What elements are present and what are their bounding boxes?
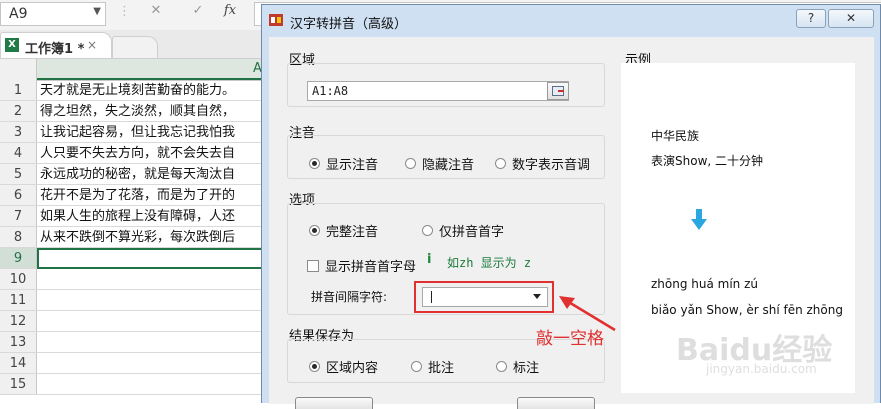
- radio-save-region[interactable]: 区域内容: [309, 357, 378, 376]
- example-source-line: 中华民族: [651, 129, 700, 143]
- close-button[interactable]: ✕: [828, 9, 874, 28]
- select-all-corner[interactable]: [0, 59, 37, 80]
- checkbox-label: 显示拼音首字母: [325, 260, 417, 275]
- radio-dot: [411, 361, 422, 372]
- separator-select[interactable]: [422, 287, 548, 307]
- row-number[interactable]: 9: [0, 248, 37, 268]
- info-icon: i: [427, 252, 432, 267]
- new-tab-button[interactable]: [112, 36, 158, 58]
- tab-label: 工作簿1 *: [25, 42, 85, 57]
- radio-dot: [495, 158, 506, 169]
- row-number[interactable]: 15: [0, 374, 37, 394]
- formula-bar-grip: ⋮: [118, 4, 131, 19]
- range-select-button[interactable]: [547, 82, 569, 100]
- radio-dot: [422, 225, 433, 236]
- arrow-down-icon: [691, 209, 707, 230]
- radio-label: 隐藏注音: [422, 158, 475, 173]
- row-number[interactable]: 4: [0, 143, 37, 163]
- row-number[interactable]: 14: [0, 353, 37, 373]
- radio-save-tag[interactable]: 标注: [496, 357, 539, 376]
- chevron-down-icon[interactable]: ▼: [93, 6, 101, 17]
- chevron-down-icon[interactable]: [533, 294, 541, 299]
- row-number[interactable]: 11: [0, 290, 37, 310]
- radio-hide-annotation[interactable]: 隐藏注音: [405, 154, 474, 173]
- radio-label: 完整注音: [326, 225, 379, 240]
- tab-workbook1[interactable]: X 工作簿1 * ×: [0, 32, 112, 58]
- row-number[interactable]: 1: [0, 80, 37, 100]
- ok-button[interactable]: [295, 397, 373, 409]
- callout-text: 敲一空格: [536, 329, 604, 349]
- region-input-value: A1:A8: [312, 84, 349, 98]
- help-button[interactable]: ?: [796, 9, 826, 28]
- radio-dot: [309, 361, 320, 372]
- radio-full-annotation[interactable]: 完整注音: [309, 221, 378, 240]
- radio-label: 显示注音: [326, 158, 379, 173]
- excel-file-icon: X: [5, 38, 19, 52]
- name-box[interactable]: A9 ▼: [0, 2, 106, 26]
- radio-label: 标注: [513, 361, 540, 376]
- insert-function-button[interactable]: fx: [220, 3, 240, 25]
- radio-dot: [405, 158, 416, 169]
- radio-label: 仅拼音首字: [439, 225, 505, 240]
- dialog-titlebar[interactable]: 汉字转拼音（高级） ? ✕: [262, 5, 880, 35]
- row-number[interactable]: 7: [0, 206, 37, 226]
- checkbox-box: [307, 259, 319, 272]
- radio-dot: [496, 361, 507, 372]
- row-number[interactable]: 5: [0, 164, 37, 184]
- app-icon: [269, 14, 283, 26]
- radio-label: 区域内容: [326, 361, 379, 376]
- radio-numeric-tone[interactable]: 数字表示音调: [495, 154, 590, 173]
- row-number[interactable]: 6: [0, 185, 37, 205]
- dialog-title: 汉字转拼音（高级）: [290, 17, 408, 32]
- initials-hint: 如zh 显示为 z: [447, 256, 532, 270]
- text-cursor: [431, 291, 432, 303]
- radio-save-comment[interactable]: 批注: [411, 357, 454, 376]
- range-picker-icon: [552, 86, 564, 96]
- row-number[interactable]: 10: [0, 269, 37, 289]
- confirm-entry-icon[interactable]: ✓: [188, 3, 208, 25]
- row-number[interactable]: 3: [0, 122, 37, 142]
- radio-label: 数字表示音调: [512, 158, 591, 173]
- radio-dot: [309, 225, 320, 236]
- row-number[interactable]: 8: [0, 227, 37, 247]
- cancel-button[interactable]: [517, 397, 595, 409]
- radio-show-annotation[interactable]: 显示注音: [309, 154, 378, 173]
- radio-label: 批注: [428, 361, 455, 376]
- watermark-url: jingyan.baidu.com: [706, 362, 817, 376]
- cancel-entry-icon[interactable]: ✕: [146, 3, 166, 25]
- example-result-line: biǎo yǎn Show, èr shí fēn zhōng: [651, 303, 843, 317]
- region-input[interactable]: A1:A8: [307, 81, 569, 101]
- name-box-value: A9: [9, 6, 28, 22]
- close-icon[interactable]: ×: [87, 38, 97, 52]
- checkbox-show-initials[interactable]: 显示拼音首字母: [307, 256, 416, 275]
- row-number[interactable]: 2: [0, 101, 37, 121]
- radio-initial-only[interactable]: 仅拼音首字: [422, 221, 504, 240]
- example-source-line: 表演Show, 二十分钟: [651, 154, 764, 168]
- row-number[interactable]: 13: [0, 332, 37, 352]
- separator-label: 拼音间隔字符:: [311, 290, 388, 304]
- example-result-line: zhōng huá mín zú: [651, 277, 759, 291]
- radio-dot: [309, 158, 320, 169]
- row-number[interactable]: 12: [0, 311, 37, 331]
